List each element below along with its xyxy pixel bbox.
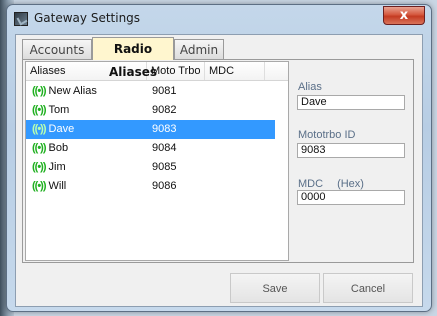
tab-radio-aliases[interactable]: Radio Aliases bbox=[92, 37, 174, 79]
alias-label: Alias bbox=[298, 81, 322, 93]
radio-signal-icon: ((•)) bbox=[32, 123, 46, 135]
save-button[interactable]: Save bbox=[230, 273, 320, 303]
radio-signal-icon: ((•)) bbox=[32, 161, 46, 173]
window-title: Gateway Settings bbox=[34, 11, 141, 25]
radio-signal-icon: ((•)) bbox=[32, 142, 46, 154]
moto-trbo-id: 9081 bbox=[152, 85, 177, 97]
alias-name: Will bbox=[48, 180, 67, 192]
moto-trbo-id: 9082 bbox=[152, 104, 177, 116]
moto-trbo-id: 9085 bbox=[152, 161, 177, 173]
alias-name: New Alias bbox=[48, 85, 97, 97]
mdc-label: MDC (Hex) bbox=[298, 178, 364, 190]
list-item[interactable]: ((•)) Tom 9082 bbox=[26, 101, 288, 120]
list-item[interactable]: ((•)) Will 9086 bbox=[26, 177, 288, 196]
moto-trbo-id: 9086 bbox=[152, 180, 177, 192]
title-bar[interactable]: Gateway Settings x bbox=[7, 5, 431, 33]
moto-trbo-id: 9083 bbox=[152, 123, 177, 135]
moto-trbo-id: 9084 bbox=[152, 142, 177, 154]
radio-signal-icon: ((•)) bbox=[32, 85, 46, 97]
cancel-button[interactable]: Cancel bbox=[323, 273, 413, 303]
mototrbo-id-label: Mototrbo ID bbox=[298, 129, 356, 141]
mototrbo-id-field[interactable]: 9083 bbox=[297, 143, 405, 158]
mdc-label-text: MDC bbox=[298, 178, 324, 190]
list-item[interactable]: ((•)) Jim 9085 bbox=[26, 158, 288, 177]
mdc-field[interactable]: 0000 bbox=[297, 190, 405, 205]
alias-name: Tom bbox=[48, 104, 70, 116]
alias-name: Dave bbox=[48, 123, 75, 135]
radio-signal-icon: ((•)) bbox=[32, 104, 46, 116]
mdc-hex-label: (Hex) bbox=[337, 178, 364, 190]
tab-accounts[interactable]: Accounts bbox=[22, 39, 92, 59]
radio-aliases-panel: Aliases Moto Trbo MDC ((•)) New Alias 908… bbox=[22, 59, 414, 263]
alias-list[interactable]: Aliases Moto Trbo MDC ((•)) New Alias 908… bbox=[25, 61, 289, 261]
alias-field[interactable]: Dave bbox=[297, 95, 405, 110]
list-item[interactable]: ((•)) Bob 9084 bbox=[26, 139, 288, 158]
gateway-settings-window: Gateway Settings x Accounts Radio Aliase… bbox=[6, 4, 432, 312]
close-button[interactable]: x bbox=[383, 6, 425, 25]
dialog-body: Accounts Radio Aliases Admin Aliases Mot… bbox=[15, 34, 423, 307]
app-icon bbox=[14, 12, 28, 26]
alias-name: Jim bbox=[48, 161, 66, 173]
alias-name: Bob bbox=[48, 142, 69, 154]
column-header-mdc[interactable]: MDC bbox=[205, 62, 265, 80]
tab-admin[interactable]: Admin bbox=[174, 39, 224, 59]
list-item-selected[interactable]: ((•)) Dave 9083 bbox=[26, 120, 275, 139]
radio-signal-icon: ((•)) bbox=[32, 180, 46, 192]
list-item[interactable]: ((•)) New Alias 9081 bbox=[26, 82, 288, 101]
